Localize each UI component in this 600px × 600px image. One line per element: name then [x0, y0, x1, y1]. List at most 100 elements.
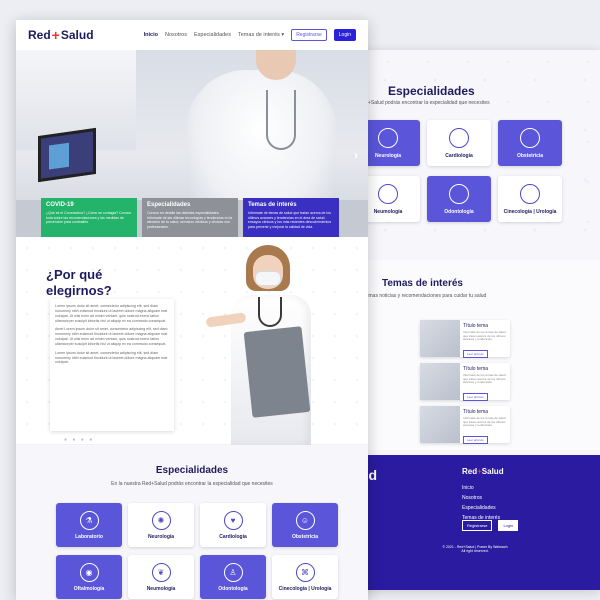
hero-card-covid[interactable]: COVID-19 ¿Qué es el Coronavirus? ¿Cómo s…: [41, 198, 137, 237]
plus-icon: +: [51, 27, 60, 43]
hero-card-text: Infórmate de temas de salud que tratan a…: [248, 211, 332, 230]
tema-photo: [420, 406, 460, 443]
card-label: Oftalmología: [73, 585, 105, 592]
logo-text: Red: [28, 28, 51, 42]
card-label: Laboratorio: [75, 533, 103, 540]
hero-cards: COVID-19 ¿Qué es el Coronavirus? ¿Cómo s…: [41, 198, 339, 237]
tema-title: Título tema: [463, 409, 489, 415]
main-page-preview: Red + Salud Inicio Nosotros Especialidades…: [16, 20, 368, 600]
hero-tablet-image: [38, 127, 96, 183]
nav-links: Inicio Nosotros Especialidades Temas de …: [144, 29, 356, 41]
chevron-right-icon[interactable]: ›: [354, 148, 358, 162]
rights-text: All right reserved.: [461, 549, 489, 553]
card-label: Obstetricia: [291, 533, 319, 540]
card-label: Neurología: [147, 533, 175, 540]
especialidades-subtitle: En la nuestra Red+Salud podrás encontrar…: [111, 481, 273, 487]
nav-link-temas-label: Temas de interés: [238, 32, 280, 38]
tema-desc: Informate de los temas de salud que trat…: [463, 416, 506, 428]
copyright: © 2021 - Red+Salud | Power By Walmach Al…: [420, 545, 530, 553]
why-choose-us-section: ¿Por qué elegirnos? Lorem ipsum dolor si…: [16, 237, 368, 445]
card-label: Neurología: [374, 152, 402, 159]
back-temas-subtitle: timas noticias y recomendaciones para cu…: [366, 293, 487, 299]
tema-desc: Informate de los temas de salud que trat…: [463, 373, 506, 385]
back-card-odontologia[interactable]: Odontología: [427, 176, 491, 222]
why-paragraph: Amet Lorem ipsum dolor sit amet, consect…: [55, 327, 168, 346]
card-neumologia[interactable]: ❦ Neumología: [128, 555, 194, 599]
dna-icon: ⌘: [295, 562, 315, 582]
tema-title: Título tema: [463, 366, 489, 372]
card-label: Cinecología | Urología: [503, 208, 557, 215]
leer-articulo-button[interactable]: Leer artículo: [463, 435, 488, 444]
nurse-image: [205, 237, 336, 445]
nav-link-especialidades[interactable]: Especialidades: [194, 32, 231, 38]
nav-link-nosotros[interactable]: Nosotros: [165, 32, 187, 38]
heart-icon: [449, 127, 469, 148]
why-title-line: elegirnos?: [46, 282, 112, 298]
chevron-down-icon: ▾: [281, 32, 285, 38]
tema-photo: [420, 320, 460, 357]
brain-icon: [378, 127, 398, 148]
card-obstetricia[interactable]: ☺ Obstetricia: [272, 503, 338, 547]
footer-link-nosotros[interactable]: Nosotros: [462, 493, 500, 503]
hero-card-title: Temas de interés: [248, 202, 297, 208]
back-card-cardiologia[interactable]: Cardiología: [427, 120, 491, 166]
nav-link-inicio[interactable]: Inicio: [144, 32, 158, 38]
baby-icon: ☺: [295, 510, 315, 530]
logo[interactable]: Red + Salud: [28, 27, 94, 43]
card-label: Obstetricia: [516, 152, 544, 159]
card-label: Neumología: [373, 208, 403, 215]
folder-icon: [243, 326, 311, 418]
tema-photo: [420, 363, 460, 400]
back-temas-title: Temas de interés: [382, 278, 463, 289]
card-label: Odontología: [444, 208, 474, 215]
back-card-cinecologia[interactable]: Cinecología | Urología: [498, 176, 562, 222]
card-odontologia[interactable]: ♙ Odontología: [200, 555, 266, 599]
tema-card: Título tema Informate de los temas de sal…: [420, 406, 510, 444]
footer-register-button[interactable]: Registrarse: [462, 520, 493, 531]
tema-card: Título tema Informate de los temas de sal…: [420, 363, 510, 401]
tema-desc: Informate de los temas de salud que trat…: [463, 330, 506, 342]
why-text-card: Lorem ipsum dolor sit amet, consectetur …: [50, 299, 174, 431]
card-cardiologia[interactable]: ♥ Cardiología: [200, 503, 266, 547]
why-paragraph: Lorem ipsum dolor sit amet, consectetur …: [55, 350, 168, 365]
footer-buttons: Registrarse Login: [462, 520, 519, 531]
card-neurologia[interactable]: ✺ Neurología: [128, 503, 194, 547]
card-oftalmologia[interactable]: ◉ Oftalmología: [56, 555, 122, 599]
heart-icon: ♥: [223, 510, 243, 530]
logo-text: Salud: [481, 467, 504, 476]
footer-link-especialidades[interactable]: Especialidades: [462, 503, 500, 513]
tooth-icon: ♙: [223, 562, 243, 582]
stethoscope-icon: [266, 90, 296, 150]
leer-articulo-button[interactable]: Leer artículo: [463, 349, 488, 358]
tooth-icon: [449, 183, 469, 204]
microscope-icon: ⚗: [79, 510, 99, 530]
footer-link-inicio[interactable]: Inicio: [462, 483, 500, 493]
register-button[interactable]: Registrarse: [291, 29, 327, 41]
footer-logo[interactable]: Red+Salud: [462, 467, 504, 476]
back-especialidades-title: Especialidades: [388, 84, 475, 98]
hero-card-title: Especialidades: [147, 202, 191, 208]
login-button[interactable]: Login: [333, 29, 356, 41]
nav-link-temas[interactable]: Temas de interés ▾: [238, 32, 284, 38]
hero-carousel: › COVID-19 ¿Qué es el Coronavirus? ¿Cómo…: [16, 50, 368, 237]
leer-articulo-button[interactable]: Leer artículo: [463, 392, 488, 401]
footer-menu: Inicio Nosotros Especialidades Temas de …: [462, 483, 500, 523]
back-card-obstetricia[interactable]: Obstetricia: [498, 120, 562, 166]
logo-text: Salud: [60, 28, 94, 42]
hero-card-text: Conoce en detalle las distintas especial…: [147, 211, 233, 230]
card-label: Cardiología: [445, 152, 473, 159]
eye-icon: ◉: [79, 562, 99, 582]
hero-card-temas[interactable]: Temas de interés Infórmate de temas de s…: [243, 198, 339, 237]
footer-login-button[interactable]: Login: [498, 520, 519, 531]
back-especialidades-grid: Neurología Cardiología Obstetricia Neumo…: [356, 120, 566, 222]
navbar: Red + Salud Inicio Nosotros Especialidades…: [16, 20, 368, 50]
card-label: Neumología: [146, 585, 176, 592]
mask-icon: [255, 271, 281, 286]
card-cinecologia[interactable]: ⌘ Cinecología | Urología: [272, 555, 338, 599]
card-label: Cardiología: [219, 533, 247, 540]
why-title-line: ¿Por qué: [46, 267, 103, 282]
hero-card-especialidades[interactable]: Especialidades Conoce en detalle las dis…: [142, 198, 238, 237]
card-label: Cinecología | Urología: [278, 585, 332, 592]
card-laboratorio[interactable]: ⚗ Laboratorio: [56, 503, 122, 547]
carousel-dots[interactable]: ● ● ● ●: [64, 437, 94, 443]
